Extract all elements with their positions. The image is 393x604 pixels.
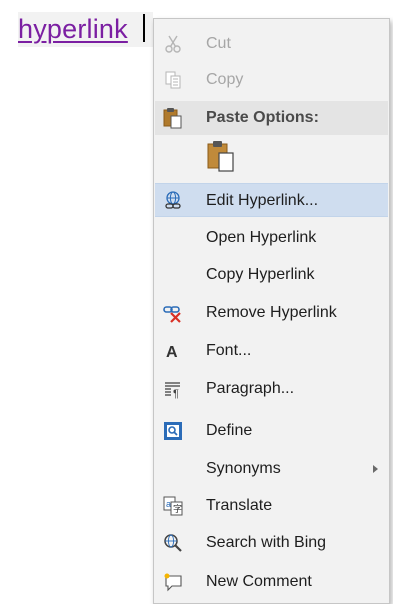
clipboard-icon [163, 107, 183, 129]
menu-item-label: Copy [206, 71, 244, 88]
svg-text:字: 字 [173, 503, 182, 514]
menu-item-label: Font... [206, 342, 252, 359]
menu-item-translate[interactable]: a 字 Translate [155, 489, 388, 523]
context-menu: Cut Copy Paste Options: Edit Hyperlink..… [153, 18, 390, 604]
menu-item-new-comment[interactable]: New Comment [155, 565, 388, 599]
copy-icon [163, 70, 183, 90]
menu-item-label: Paragraph... [206, 380, 295, 397]
paste-keep-text-only-icon [206, 141, 236, 177]
menu-item-synonyms[interactable]: Synonyms [155, 452, 388, 486]
paste-keep-text-only-button[interactable] [206, 139, 236, 173]
text-cursor [143, 14, 145, 42]
menu-item-edit-hyperlink[interactable]: Edit Hyperlink... [155, 183, 388, 217]
menu-item-label: Remove Hyperlink [206, 304, 337, 321]
menu-item-label: Copy Hyperlink [206, 266, 315, 283]
new-comment-icon [163, 572, 183, 592]
search-bing-icon [163, 533, 183, 553]
menu-item-label: Define [206, 422, 253, 439]
paragraph-icon: ¶ [163, 379, 183, 399]
menu-item-font[interactable]: A Font... [155, 334, 388, 368]
define-icon [163, 421, 183, 441]
paste-options-header: Paste Options: [155, 101, 388, 135]
svg-text:A: A [166, 344, 178, 361]
svg-text:¶: ¶ [173, 388, 179, 399]
edit-hyperlink-icon [163, 191, 183, 211]
menu-item-paragraph[interactable]: ¶ Paragraph... [155, 372, 388, 406]
svg-text:a: a [166, 499, 171, 509]
remove-hyperlink-icon [163, 303, 183, 323]
font-icon: A [163, 341, 183, 361]
menu-item-label: Edit Hyperlink... [206, 192, 319, 209]
menu-item-open-hyperlink[interactable]: Open Hyperlink [155, 221, 388, 255]
menu-item-label: Synonyms [206, 460, 281, 477]
submenu-arrow-icon [373, 465, 378, 473]
menu-item-copy[interactable]: Copy [155, 63, 388, 97]
menu-item-remove-hyperlink[interactable]: Remove Hyperlink [155, 296, 388, 330]
menu-item-label: Translate [206, 497, 273, 514]
paste-options-label: Paste Options: [206, 109, 319, 126]
menu-item-define[interactable]: Define [155, 414, 388, 448]
translate-icon: a 字 [163, 496, 183, 516]
menu-item-label: Search with Bing [206, 534, 327, 551]
menu-item-label: New Comment [206, 573, 312, 590]
menu-item-label: Cut [206, 35, 231, 52]
menu-item-cut[interactable]: Cut [155, 27, 388, 61]
menu-item-label: Open Hyperlink [206, 229, 317, 246]
menu-item-copy-hyperlink[interactable]: Copy Hyperlink [155, 258, 388, 292]
menu-item-search-bing[interactable]: Search with Bing [155, 526, 388, 560]
scissors-icon [163, 34, 183, 54]
hyperlink-text[interactable]: hyperlink [18, 12, 128, 46]
